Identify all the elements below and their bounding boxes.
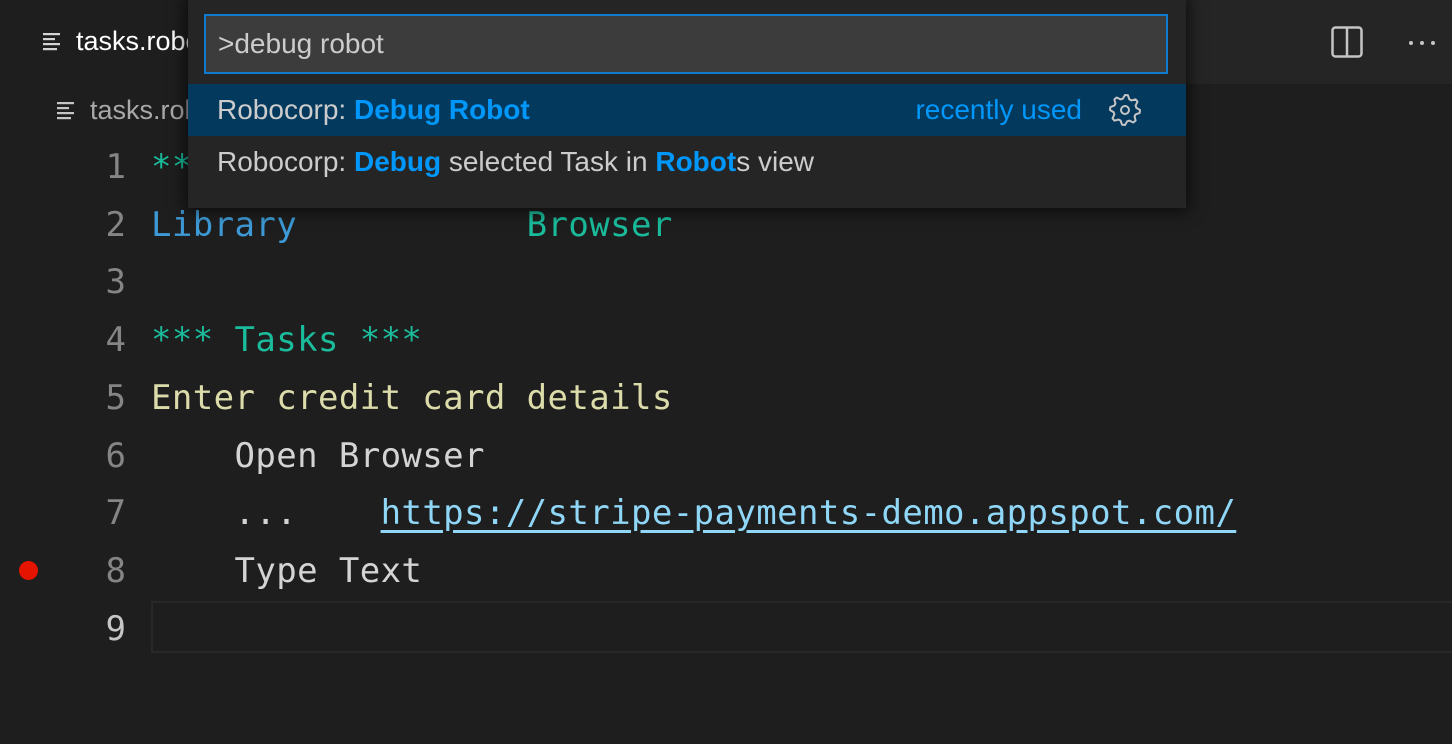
line-number[interactable]: 9 [60, 600, 126, 658]
code-line[interactable]: 3 [0, 253, 1452, 311]
command-category: Robocorp: [217, 146, 354, 177]
line-number[interactable]: 2 [60, 196, 126, 254]
line-number[interactable]: 8 [60, 542, 126, 600]
line-number[interactable]: 5 [60, 369, 126, 427]
breakpoint-icon[interactable] [19, 560, 38, 580]
split-editor-icon[interactable] [1331, 26, 1363, 58]
code-line[interactable]: 9 [0, 600, 1452, 658]
command-label: Robocorp: Debug Robot [217, 84, 530, 136]
code-line[interactable]: 4 *** Tasks *** [0, 311, 1452, 369]
line-content: Type Text [151, 542, 422, 600]
gear-icon[interactable] [1108, 93, 1142, 127]
command-palette-input[interactable] [204, 14, 1168, 74]
code-line[interactable]: 5 Enter credit card details [0, 369, 1452, 427]
match-highlight: Debug [353, 146, 442, 177]
line-number[interactable]: 7 [60, 484, 126, 542]
code-token: Type Text [151, 550, 423, 591]
line-content: Open Browser [151, 427, 485, 485]
code-editor[interactable]: 1*** Settings ***2Library Browser34*** T… [0, 138, 1452, 744]
command-palette-item[interactable]: Robocorp: Debug selected Task in Robots … [188, 136, 1186, 188]
current-line-highlight [151, 600, 1452, 653]
match-highlight: Debug Robot [353, 94, 530, 125]
code-token: Enter credit card details [151, 377, 673, 418]
code-line[interactable]: 6 Open Browser [0, 427, 1452, 485]
recently-used-label: recently used [915, 94, 1082, 125]
url-link[interactable]: https://stripe-payments-demo.appspot.com… [381, 493, 1237, 533]
code-token: ... [151, 493, 381, 534]
line-content: *** Tasks *** [151, 311, 422, 369]
command-palette-item[interactable]: Robocorp: Debug Robot recently used [188, 84, 1186, 136]
code-token: Browser [526, 204, 673, 245]
command-category: Robocorp: [217, 94, 354, 125]
line-content: ... https://stripe-payments-demo.appspot… [151, 484, 1236, 542]
match-highlight: Robot [655, 146, 737, 177]
command-palette: Robocorp: Debug Robotrecently usedRoboco… [188, 0, 1186, 208]
file-lines-icon [57, 102, 74, 120]
code-line[interactable]: 8 Type Text [0, 542, 1452, 600]
line-number[interactable]: 3 [60, 253, 126, 311]
command-text: s view [736, 146, 814, 177]
code-token: Library [151, 204, 298, 245]
command-text: selected Task in [441, 146, 656, 177]
line-number[interactable]: 4 [60, 311, 126, 369]
more-actions-icon[interactable] [1406, 26, 1440, 58]
line-content: Enter credit card details [151, 369, 673, 427]
code-token: *** Tasks *** [151, 320, 423, 361]
code-line[interactable]: 7 ... https://stripe-payments-demo.appsp… [0, 484, 1452, 542]
code-token: Open Browser [151, 435, 485, 476]
command-label: Robocorp: Debug selected Task in Robots … [217, 136, 814, 188]
line-number[interactable]: 6 [60, 427, 126, 485]
file-lines-icon [43, 33, 60, 51]
line-number[interactable]: 1 [60, 138, 126, 196]
